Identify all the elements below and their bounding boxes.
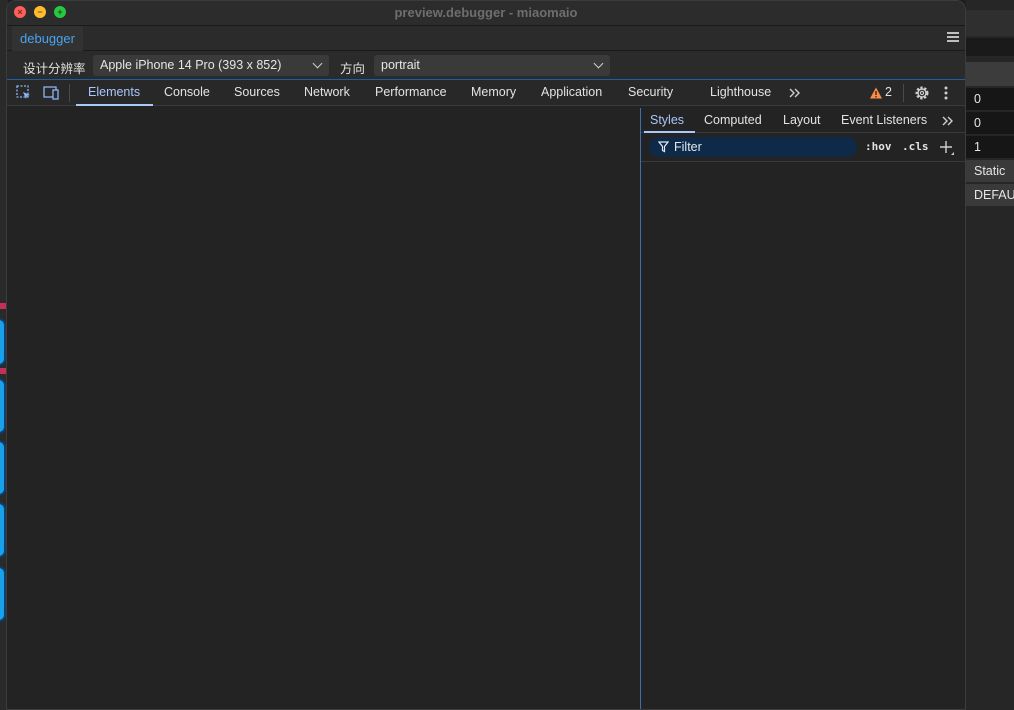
window-title: preview.debugger - miaomaio	[394, 5, 578, 20]
tab-security[interactable]: Security	[628, 85, 673, 99]
styles-sidebar: Styles Computed Layout Event Listeners F…	[640, 108, 965, 709]
background-value-field[interactable]: 0	[966, 112, 1014, 134]
background-value-field[interactable]: Static	[966, 160, 1014, 182]
tab-debugger[interactable]: debugger	[12, 26, 83, 51]
add-style-rule-icon[interactable]	[938, 139, 956, 157]
tab-memory[interactable]: Memory	[471, 85, 516, 99]
hover-state-toggle[interactable]: :hov	[865, 140, 892, 153]
chevron-down-icon	[312, 58, 323, 69]
elements-tree-pane[interactable]	[7, 108, 640, 709]
app-tab-bar: debugger	[7, 26, 965, 51]
orientation-label: 方向	[340, 62, 366, 76]
resolution-label: 设计分辨率	[23, 62, 86, 76]
chevron-down-icon	[593, 58, 604, 69]
active-tab-indicator	[76, 104, 153, 106]
resolution-select-value: Apple iPhone 14 Pro (393 x 852)	[100, 58, 282, 72]
tab-computed[interactable]: Computed	[704, 113, 762, 127]
resolution-select[interactable]: Apple iPhone 14 Pro (393 x 852)	[93, 55, 329, 76]
toolbar-divider	[69, 84, 70, 102]
background-field	[966, 62, 1014, 86]
background-value-field[interactable]: DEFAU	[966, 184, 1014, 206]
device-settings-row: 设计分辨率 Apple iPhone 14 Pro (393 x 852) 方向…	[7, 51, 965, 79]
tab-performance[interactable]: Performance	[375, 85, 447, 99]
tab-event-listeners[interactable]: Event Listeners	[841, 113, 927, 127]
background-field	[966, 38, 1014, 56]
tab-application[interactable]: Application	[541, 85, 602, 99]
background-field	[966, 10, 1014, 36]
debugger-window: × − + preview.debugger - miaomaio debugg…	[6, 0, 966, 710]
sidebar-tabs: Styles Computed Layout Event Listeners	[641, 108, 965, 133]
warning-icon[interactable]	[869, 84, 883, 102]
background-value-field[interactable]: 0	[966, 88, 1014, 110]
background-value-field[interactable]: 1	[966, 136, 1014, 158]
tab-lighthouse[interactable]: Lighthouse	[710, 85, 771, 99]
tab-console[interactable]: Console	[164, 85, 210, 99]
tab-layout[interactable]: Layout	[783, 113, 821, 127]
devtools-toolbar: Elements Console Sources Network Perform…	[7, 79, 965, 106]
tab-styles[interactable]: Styles	[650, 113, 684, 127]
device-toolbar-icon[interactable]	[42, 84, 60, 102]
inspect-element-icon[interactable]	[15, 84, 33, 102]
orientation-select-value: portrait	[381, 58, 420, 72]
tab-elements[interactable]: Elements	[88, 85, 140, 99]
more-tabs-chevron-icon[interactable]	[786, 84, 804, 102]
filter-icon	[658, 141, 669, 153]
title-bar: × − + preview.debugger - miaomaio	[7, 1, 965, 26]
kebab-menu-icon[interactable]	[941, 84, 951, 102]
orientation-select[interactable]: portrait	[374, 55, 610, 76]
toolbar-divider	[903, 84, 904, 102]
tab-sources[interactable]: Sources	[234, 85, 280, 99]
more-tabs-chevron-icon[interactable]	[939, 112, 957, 130]
warning-count[interactable]: 2	[885, 85, 892, 99]
devtools-panels: Styles Computed Layout Event Listeners F…	[7, 108, 965, 709]
styles-filter-input[interactable]: Filter	[649, 137, 857, 157]
background-app-right-panel: 0 0 1 Static DEFAU	[966, 0, 1014, 710]
tab-network[interactable]: Network	[304, 85, 350, 99]
class-toggle[interactable]: .cls	[902, 140, 929, 153]
styles-filter-row: Filter :hov .cls	[641, 133, 965, 162]
filter-placeholder: Filter	[674, 140, 702, 154]
gear-icon[interactable]	[913, 84, 931, 102]
menu-icon[interactable]	[947, 32, 959, 44]
